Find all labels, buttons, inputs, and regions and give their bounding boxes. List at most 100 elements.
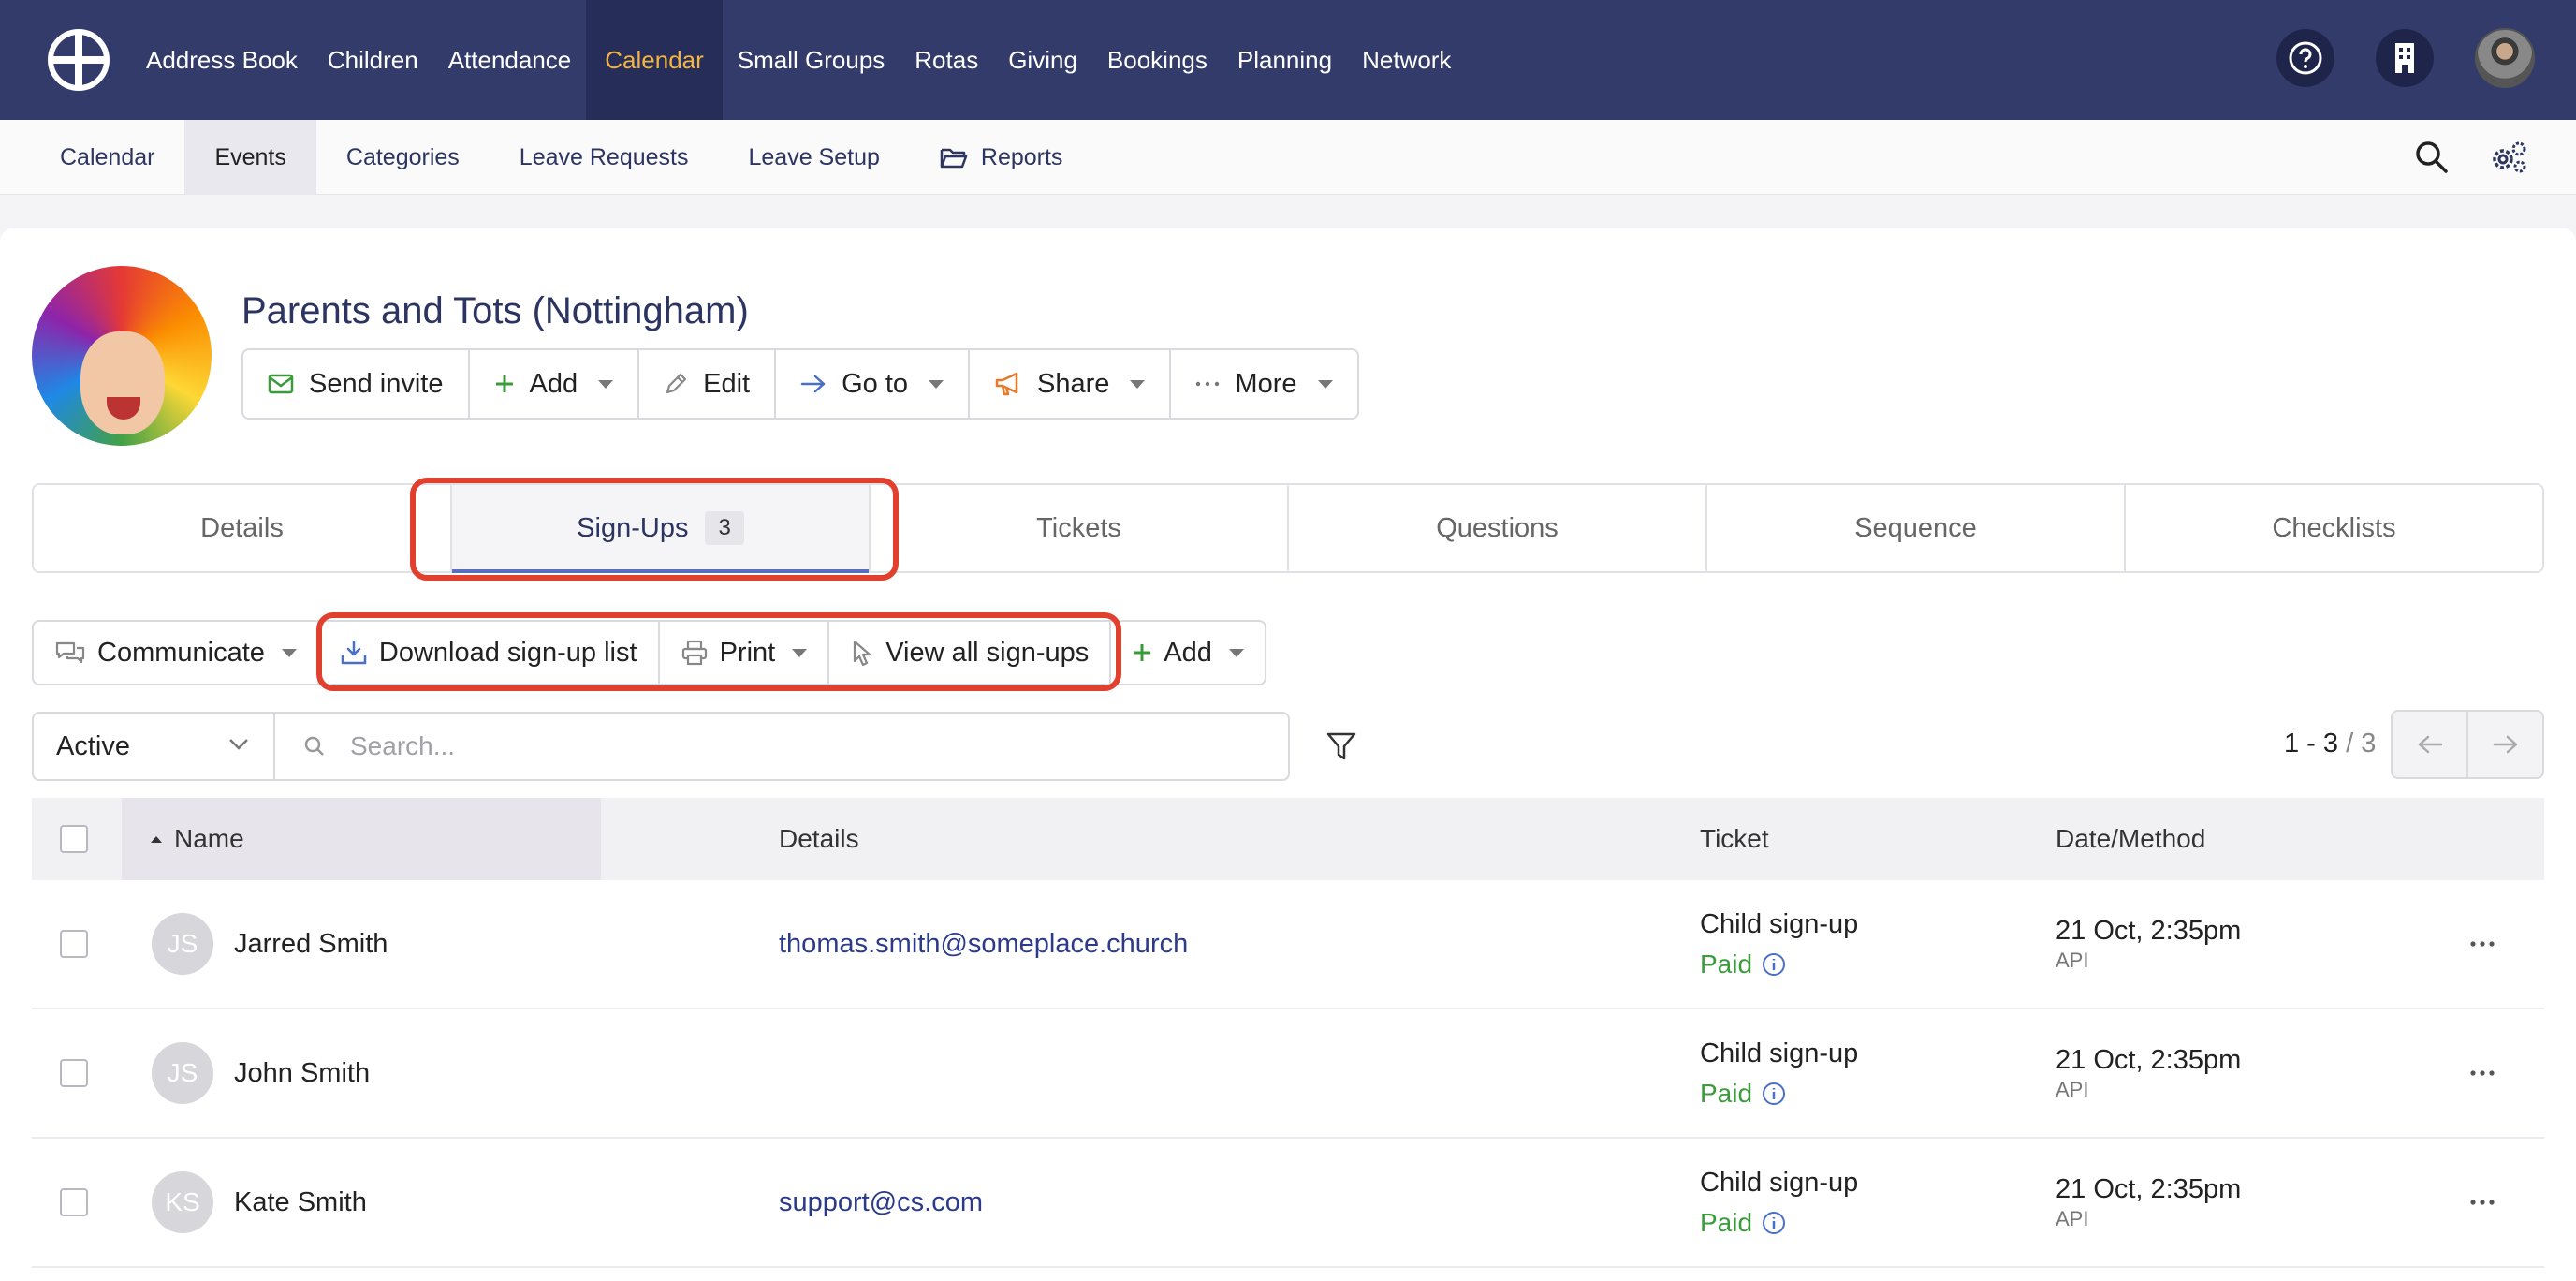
share-dropdown-button[interactable]: Share [970, 350, 1172, 418]
signup-date: 21 Oct, 2:35pm [2056, 1173, 2242, 1204]
main-menu: Address Book Children Attendance Calenda… [131, 0, 1466, 120]
add-label: Add [529, 368, 578, 399]
chevron-down-icon [1317, 379, 1333, 389]
row-checkbox[interactable] [60, 1188, 88, 1216]
go-to-dropdown-button[interactable]: Go to [776, 350, 971, 418]
chevron-down-icon [281, 648, 297, 657]
person-name[interactable]: John Smith [234, 1009, 370, 1137]
communicate-dropdown-button[interactable]: Communicate [34, 622, 319, 684]
add-signup-dropdown-button[interactable]: Add [1111, 622, 1265, 684]
user-avatar[interactable] [2475, 28, 2535, 88]
nav-address-book[interactable]: Address Book [131, 0, 313, 120]
plus-icon [495, 375, 513, 392]
email-link[interactable]: thomas.smith@someplace.church [779, 880, 1188, 1008]
nav-small-groups[interactable]: Small Groups [723, 0, 900, 120]
event-actions: Send invite Add Edit Go to Share More [242, 348, 1359, 420]
download-sign-up-list-button[interactable]: Download sign-up list [319, 622, 660, 684]
settings-gears-icon[interactable] [2488, 139, 2529, 176]
table-row[interactable]: KS Kate Smith support@cs.com Child sign-… [32, 1139, 2544, 1268]
subnav-reports[interactable]: Reports [910, 120, 1093, 195]
edit-button[interactable]: Edit [639, 350, 777, 418]
next-page-button[interactable] [2468, 712, 2542, 777]
person-name[interactable]: Jarred Smith [234, 880, 388, 1008]
chevron-down-icon [792, 648, 808, 657]
edit-label: Edit [703, 368, 751, 399]
search-icon[interactable] [2413, 139, 2451, 176]
app-logo-icon[interactable] [47, 28, 110, 92]
subnav-leave-requests[interactable]: Leave Requests [490, 120, 719, 195]
info-icon[interactable] [1762, 1211, 1786, 1235]
subnav-leave-setup[interactable]: Leave Setup [718, 120, 909, 195]
print-label: Print [719, 637, 776, 668]
tab-checklists[interactable]: Checklists [2126, 485, 2542, 571]
table-row[interactable]: JS Jarred Smith thomas.smith@someplace.c… [32, 880, 2544, 1009]
tab-sign-ups[interactable]: Sign-Ups 3 [452, 485, 871, 573]
tab-details[interactable]: Details [34, 485, 452, 571]
chevron-down-icon [229, 739, 248, 750]
details-column-header[interactable]: Details [779, 798, 859, 880]
sort-ascending-icon [151, 836, 162, 843]
nav-rotas[interactable]: Rotas [900, 0, 993, 120]
table-row[interactable]: JS John Smith Child sign-up Paid 21 Oct,… [32, 1009, 2544, 1139]
signup-method: API [2056, 1206, 2089, 1230]
previous-page-button[interactable] [2393, 712, 2468, 777]
megaphone-icon [995, 372, 1018, 396]
email-link[interactable]: support@cs.com [779, 1139, 983, 1266]
sign-ups-toolbar: Communicate Download sign-up list Print … [32, 620, 1266, 685]
person-name[interactable]: Kate Smith [234, 1139, 367, 1266]
info-icon[interactable] [1762, 952, 1786, 977]
more-dropdown-button[interactable]: More [1171, 350, 1356, 418]
signup-date: 21 Oct, 2:35pm [2056, 915, 2242, 946]
add-dropdown-button[interactable]: Add [470, 350, 640, 418]
envelope-icon [268, 374, 294, 394]
nav-network[interactable]: Network [1347, 0, 1466, 120]
signup-method: API [2056, 1077, 2089, 1101]
status-select[interactable]: Active [32, 712, 275, 781]
row-checkbox[interactable] [60, 930, 88, 958]
nav-calendar[interactable]: Calendar [586, 0, 723, 120]
nav-giving[interactable]: Giving [993, 0, 1092, 120]
date-method-column-header[interactable]: Date/Method [2056, 798, 2205, 880]
name-column-header[interactable]: Name [122, 798, 601, 880]
nav-attendance[interactable]: Attendance [433, 0, 587, 120]
nav-planning[interactable]: Planning [1222, 0, 1347, 120]
view-all-label: View all sign-ups [886, 637, 1090, 668]
send-invite-button[interactable]: Send invite [243, 350, 470, 418]
chevron-down-icon [929, 379, 944, 389]
nav-children[interactable]: Children [313, 0, 433, 120]
tab-questions[interactable]: Questions [1289, 485, 1707, 571]
nav-bookings[interactable]: Bookings [1092, 0, 1222, 120]
info-icon[interactable] [1762, 1082, 1786, 1106]
tab-tickets[interactable]: Tickets [871, 485, 1289, 571]
print-dropdown-button[interactable]: Print [660, 622, 830, 684]
view-all-sign-ups-button[interactable]: View all sign-ups [829, 622, 1112, 684]
ellipsis-icon [1196, 381, 1220, 387]
search-input[interactable] [350, 731, 1193, 761]
row-actions-ellipsis-icon[interactable] [2469, 940, 2496, 948]
top-right-controls [2276, 28, 2535, 88]
subnav-events[interactable]: Events [184, 120, 316, 195]
download-label: Download sign-up list [378, 637, 637, 668]
organisation-button[interactable] [2376, 29, 2434, 87]
payment-status: Paid [1700, 1079, 1786, 1109]
subnav-categories[interactable]: Categories [316, 120, 490, 195]
row-actions-ellipsis-icon[interactable] [2469, 1069, 2496, 1077]
share-label: Share [1037, 368, 1110, 399]
arrow-right-icon [2493, 735, 2517, 754]
tab-sequence[interactable]: Sequence [1707, 485, 2126, 571]
help-button[interactable] [2276, 29, 2334, 87]
ticket-type: Child sign-up [1700, 908, 1859, 939]
status-select-value: Active [56, 730, 130, 761]
pagination-range: 1 - 3 [2284, 729, 2339, 758]
ticket-column-header[interactable]: Ticket [1700, 798, 1769, 880]
search-field [273, 712, 1290, 781]
subnav-calendar[interactable]: Calendar [30, 120, 184, 195]
name-header-label: Name [174, 824, 244, 853]
row-actions-ellipsis-icon[interactable] [2469, 1199, 2496, 1206]
subnav-reports-label: Reports [980, 143, 1063, 170]
chevron-down-icon [1228, 648, 1244, 657]
avatar: JS [152, 1042, 213, 1104]
select-all-checkbox[interactable] [60, 825, 88, 853]
filter-funnel-icon[interactable] [1325, 730, 1357, 762]
row-checkbox[interactable] [60, 1059, 88, 1087]
